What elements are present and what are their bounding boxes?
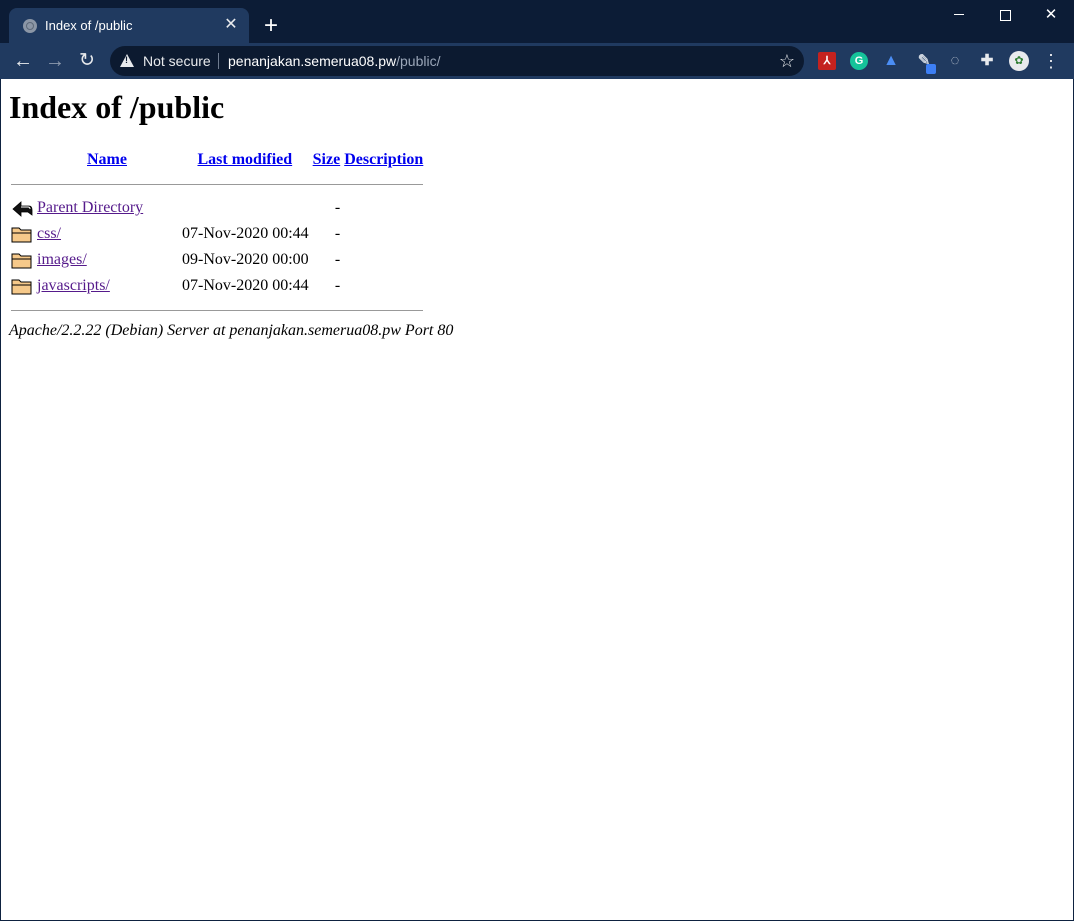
back-button[interactable]: ← bbox=[9, 47, 37, 75]
column-last-modified[interactable]: Last modified bbox=[179, 147, 311, 173]
folder-icon bbox=[11, 253, 32, 269]
list-item-link[interactable]: css/ bbox=[37, 225, 61, 242]
grammarly-icon[interactable]: G bbox=[850, 52, 868, 70]
sort-by-description-link[interactable]: Description bbox=[344, 151, 423, 168]
sync-icon[interactable]: ◌ bbox=[946, 52, 964, 70]
column-description[interactable]: Description bbox=[342, 147, 425, 173]
close-tab-icon[interactable]: ✕ bbox=[221, 15, 241, 35]
sort-by-name-link[interactable]: Name bbox=[87, 151, 127, 168]
bookmark-star-icon[interactable]: ☆ bbox=[779, 50, 795, 72]
globe-icon bbox=[23, 19, 37, 33]
forward-button[interactable]: → bbox=[41, 47, 69, 75]
browser-tab[interactable]: Index of /public ✕ bbox=[9, 8, 249, 43]
sort-by-size-link[interactable]: Size bbox=[313, 151, 341, 168]
warning-icon[interactable] bbox=[120, 54, 134, 67]
list-item-link[interactable]: javascripts/ bbox=[37, 277, 110, 294]
sort-by-modified-link[interactable]: Last modified bbox=[197, 151, 292, 168]
extensions-puzzle-icon[interactable]: ✚ bbox=[978, 52, 996, 70]
modified-date bbox=[179, 195, 311, 221]
column-name[interactable]: Name bbox=[35, 147, 179, 173]
file-size: - bbox=[334, 277, 341, 294]
page-viewport: Index of /public Name Last modified Size… bbox=[1, 79, 1073, 920]
table-row: javascripts/ 07-Nov-2020 00:44 - bbox=[9, 273, 425, 299]
extension-badge bbox=[926, 64, 936, 74]
folder-icon bbox=[11, 227, 32, 243]
column-size[interactable]: Size bbox=[311, 147, 343, 173]
minimize-button[interactable] bbox=[936, 0, 982, 30]
page-title: Index of /public bbox=[9, 89, 225, 125]
browser-menu-icon[interactable]: ⋮ bbox=[1042, 49, 1060, 73]
address-bar[interactable]: Not secure penanjakan.semerua08.pw/publi… bbox=[110, 46, 804, 76]
header-divider bbox=[9, 173, 425, 195]
tab-strip: Index of /public ✕ + ✕ bbox=[0, 0, 1074, 43]
close-window-button[interactable]: ✕ bbox=[1028, 0, 1074, 30]
graduation-cap-icon[interactable]: ▲ bbox=[882, 52, 900, 70]
listing-header: Name Last modified Size Description bbox=[9, 147, 425, 173]
modified-date: 09-Nov-2020 00:00 bbox=[182, 251, 309, 268]
url-text[interactable]: penanjakan.semerua08.pw/public/ bbox=[228, 53, 440, 69]
browser-toolbar: ← → ↻ Not secure penanjakan.semerua08.pw… bbox=[0, 43, 1074, 79]
table-row: images/ 09-Nov-2020 00:00 - bbox=[9, 247, 425, 273]
file-size: - bbox=[334, 225, 341, 242]
file-size: - bbox=[334, 199, 341, 216]
file-size: - bbox=[334, 251, 341, 268]
new-tab-button[interactable]: + bbox=[258, 14, 284, 40]
table-row: Parent Directory - bbox=[9, 195, 425, 221]
url-host: penanjakan.semerua08.pw bbox=[228, 53, 397, 69]
tab-title: Index of /public bbox=[45, 18, 133, 33]
reload-button[interactable]: ↻ bbox=[73, 47, 101, 75]
modified-date: 07-Nov-2020 00:44 bbox=[182, 277, 309, 294]
directory-listing: Name Last modified Size Description Pare… bbox=[9, 147, 425, 321]
list-item-link[interactable]: images/ bbox=[37, 251, 87, 268]
security-label[interactable]: Not secure bbox=[143, 53, 211, 69]
table-row: css/ 07-Nov-2020 00:44 - bbox=[9, 221, 425, 247]
address-divider bbox=[218, 53, 219, 69]
server-signature: Apache/2.2.22 (Debian) Server at penanja… bbox=[9, 322, 454, 339]
url-path: /public/ bbox=[396, 53, 441, 69]
modified-date: 07-Nov-2020 00:44 bbox=[182, 225, 309, 242]
adobe-acrobat-icon[interactable]: ⅄ bbox=[818, 52, 836, 70]
maximize-button[interactable] bbox=[982, 0, 1028, 30]
folder-icon bbox=[11, 279, 32, 295]
parent-directory-icon bbox=[12, 201, 33, 217]
footer-divider bbox=[9, 299, 425, 321]
list-item-link[interactable]: Parent Directory bbox=[37, 199, 143, 216]
profile-avatar[interactable]: ✿ bbox=[1009, 51, 1029, 71]
